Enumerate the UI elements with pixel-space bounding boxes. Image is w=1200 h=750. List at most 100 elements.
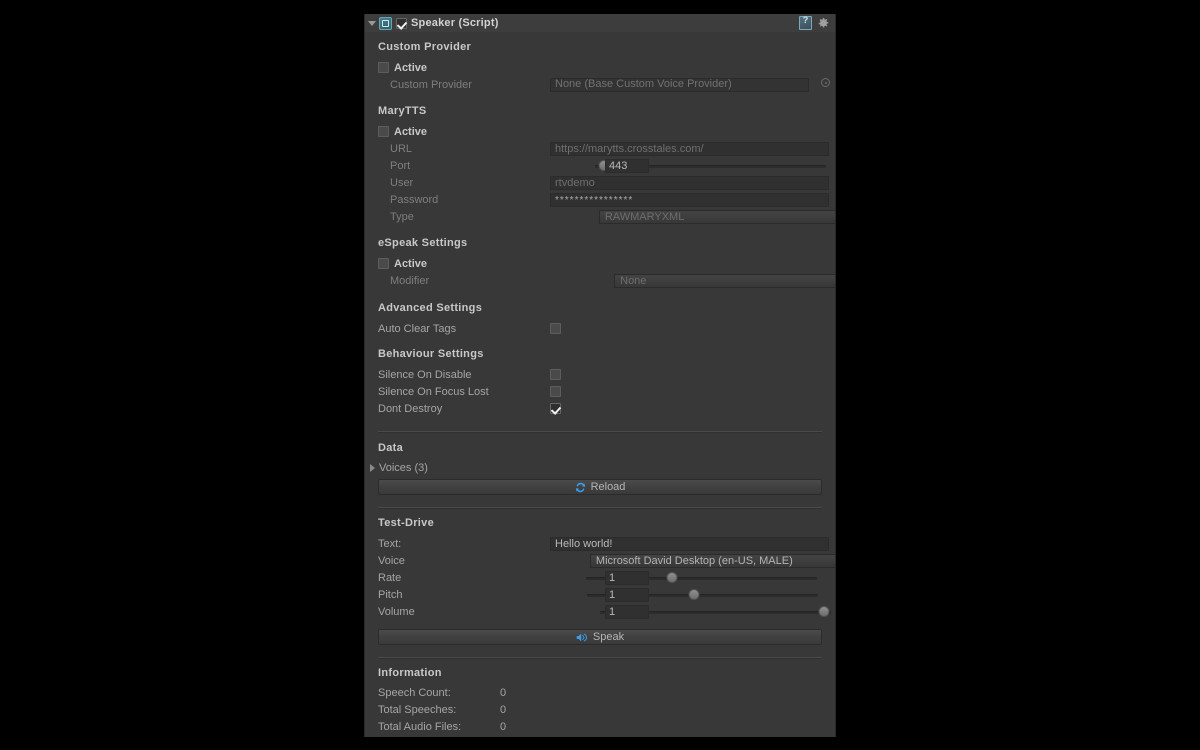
row-voices-foldout[interactable]: Voices (3) bbox=[365, 459, 835, 476]
test-pitch-label: Pitch bbox=[378, 588, 403, 601]
gear-icon[interactable] bbox=[817, 17, 830, 30]
espeak-modifier-value: None bbox=[620, 274, 647, 287]
voices-label: Voices (3) bbox=[379, 461, 428, 474]
speak-button-label: Speak bbox=[592, 631, 625, 643]
test-rate-label: Rate bbox=[378, 571, 402, 584]
test-text-input[interactable]: Hello world! bbox=[550, 536, 829, 551]
speaker-icon bbox=[576, 632, 588, 643]
help-book-icon[interactable] bbox=[799, 15, 812, 30]
row-silence-on-focus-lost[interactable]: Silence On Focus Lost bbox=[365, 383, 835, 400]
row-marytts-user[interactable]: User rtvdemo bbox=[365, 174, 835, 191]
silence-on-disable-checkbox[interactable] bbox=[550, 369, 561, 380]
row-total-speeches: Total Speeches: 0 bbox=[365, 701, 835, 718]
auto-clear-tags-label: Auto Clear Tags bbox=[378, 322, 457, 335]
marytts-type-label: Type bbox=[390, 210, 414, 223]
section-title-custom-provider: Custom Provider bbox=[378, 41, 472, 53]
section-title-test-drive: Test-Drive bbox=[378, 517, 434, 529]
espeak-modifier-label: Modifier bbox=[390, 274, 430, 287]
test-volume-value[interactable]: 1 bbox=[605, 604, 649, 619]
test-volume-label: Volume bbox=[378, 605, 415, 618]
section-title-advanced: Advanced Settings bbox=[378, 302, 483, 314]
marytts-active-checkbox[interactable] bbox=[378, 126, 389, 137]
component-header[interactable]: Speaker (Script) bbox=[365, 14, 835, 32]
marytts-url-label: URL bbox=[390, 142, 413, 155]
row-marytts-type[interactable]: Type RAWMARYXML bbox=[365, 208, 835, 225]
row-silence-on-disable[interactable]: Silence On Disable bbox=[365, 366, 835, 383]
row-test-text[interactable]: Text: Hello world! bbox=[365, 535, 835, 552]
row-espeak-active[interactable]: Active bbox=[365, 255, 835, 272]
espeak-active-label: Active bbox=[394, 257, 428, 270]
speech-count-value: 0 bbox=[500, 686, 507, 699]
row-marytts-password[interactable]: Password **************** bbox=[365, 191, 835, 208]
test-voice-label: Voice bbox=[378, 554, 405, 567]
section-title-espeak: eSpeak Settings bbox=[378, 237, 468, 249]
row-custom-provider-field[interactable]: Custom Provider None (Base Custom Voice … bbox=[365, 76, 835, 93]
total-audio-files-label: Total Audio Files: bbox=[378, 720, 462, 733]
auto-clear-tags-checkbox[interactable] bbox=[550, 323, 561, 334]
row-marytts-url[interactable]: URL https://marytts.crosstales.com/ bbox=[365, 140, 835, 157]
row-marytts-active[interactable]: Active bbox=[365, 123, 835, 140]
chevron-right-icon[interactable] bbox=[370, 463, 375, 472]
dont-destroy-checkbox[interactable] bbox=[550, 403, 561, 414]
row-speech-count: Speech Count: 0 bbox=[365, 684, 835, 701]
row-dont-destroy[interactable]: Dont Destroy bbox=[365, 400, 835, 417]
marytts-type-value: RAWMARYXML bbox=[604, 210, 685, 223]
test-text-label: Text: bbox=[378, 537, 402, 550]
component-foldout-icon[interactable] bbox=[368, 20, 376, 26]
custom-provider-active-label: Active bbox=[394, 61, 428, 74]
test-voice-dropdown[interactable]: Microsoft David Desktop (en-US, MALE) bbox=[589, 553, 835, 568]
silence-on-focus-lost-label: Silence On Focus Lost bbox=[378, 385, 489, 398]
reload-button[interactable]: Reload bbox=[378, 479, 822, 495]
inspector-panel: Speaker (Script) Custom Provider bbox=[364, 14, 836, 737]
refresh-icon bbox=[575, 482, 586, 493]
total-audio-files-value: 0 bbox=[500, 720, 507, 733]
row-auto-clear-tags[interactable]: Auto Clear Tags bbox=[365, 320, 835, 337]
espeak-modifier-dropdown[interactable]: None bbox=[614, 273, 835, 288]
section-title-behaviour: Behaviour Settings bbox=[378, 348, 484, 360]
custom-provider-field-label: Custom Provider bbox=[390, 78, 472, 91]
inspector-body: Custom Provider Active Custom Provider N… bbox=[365, 32, 835, 735]
custom-provider-object-value: None (Base Custom Voice Provider) bbox=[555, 78, 732, 90]
row-test-rate[interactable]: Rate 1 bbox=[365, 569, 835, 586]
reload-button-label: Reload bbox=[590, 481, 626, 493]
dont-destroy-label: Dont Destroy bbox=[378, 402, 443, 415]
row-test-voice[interactable]: Voice Microsoft David Desktop (en-US, MA… bbox=[365, 552, 835, 569]
row-custom-provider-active[interactable]: Active bbox=[365, 59, 835, 76]
total-speeches-label: Total Speeches: bbox=[378, 703, 457, 716]
marytts-port-label: Port bbox=[390, 159, 411, 172]
custom-provider-object-picker[interactable] bbox=[821, 78, 830, 87]
header-icon-group bbox=[799, 15, 830, 30]
espeak-active-checkbox[interactable] bbox=[378, 258, 389, 269]
section-title-information: Information bbox=[378, 667, 442, 679]
row-test-pitch[interactable]: Pitch 1 bbox=[365, 586, 835, 603]
total-speeches-value: 0 bbox=[500, 703, 507, 716]
section-title-data: Data bbox=[378, 442, 404, 454]
marytts-type-dropdown[interactable]: RAWMARYXML bbox=[598, 209, 835, 224]
section-title-marytts: MaryTTS bbox=[378, 105, 427, 117]
test-pitch-value[interactable]: 1 bbox=[605, 587, 649, 602]
marytts-password-label: Password bbox=[390, 193, 439, 206]
test-voice-value: Microsoft David Desktop (en-US, MALE) bbox=[595, 554, 793, 567]
component-title: Speaker (Script) bbox=[411, 17, 499, 29]
component-enabled-checkbox[interactable] bbox=[396, 17, 407, 29]
test-rate-slider-thumb[interactable] bbox=[666, 572, 678, 583]
marytts-password-input[interactable]: **************** bbox=[550, 192, 829, 207]
marytts-url-input[interactable]: https://marytts.crosstales.com/ bbox=[550, 141, 829, 156]
silence-on-focus-lost-checkbox[interactable] bbox=[550, 386, 561, 397]
marytts-active-label: Active bbox=[394, 125, 428, 138]
row-espeak-modifier[interactable]: Modifier None bbox=[365, 272, 835, 289]
speak-button[interactable]: Speak bbox=[378, 629, 822, 645]
csharp-script-icon bbox=[379, 16, 392, 30]
speech-count-label: Speech Count: bbox=[378, 686, 451, 699]
marytts-user-label: User bbox=[390, 176, 414, 189]
row-marytts-port[interactable]: Port 443 bbox=[365, 157, 835, 174]
screen-background: Speaker (Script) Custom Provider bbox=[0, 0, 1200, 750]
row-test-volume[interactable]: Volume 1 bbox=[365, 603, 835, 620]
marytts-port-value[interactable]: 443 bbox=[605, 158, 649, 173]
marytts-user-input[interactable]: rtvdemo bbox=[550, 175, 829, 190]
test-volume-slider-thumb[interactable] bbox=[818, 606, 830, 617]
custom-provider-object-field[interactable]: None (Base Custom Voice Provider) bbox=[550, 77, 809, 92]
test-pitch-slider-thumb[interactable] bbox=[688, 589, 700, 600]
test-rate-value[interactable]: 1 bbox=[605, 570, 649, 585]
custom-provider-active-checkbox[interactable] bbox=[378, 62, 389, 73]
